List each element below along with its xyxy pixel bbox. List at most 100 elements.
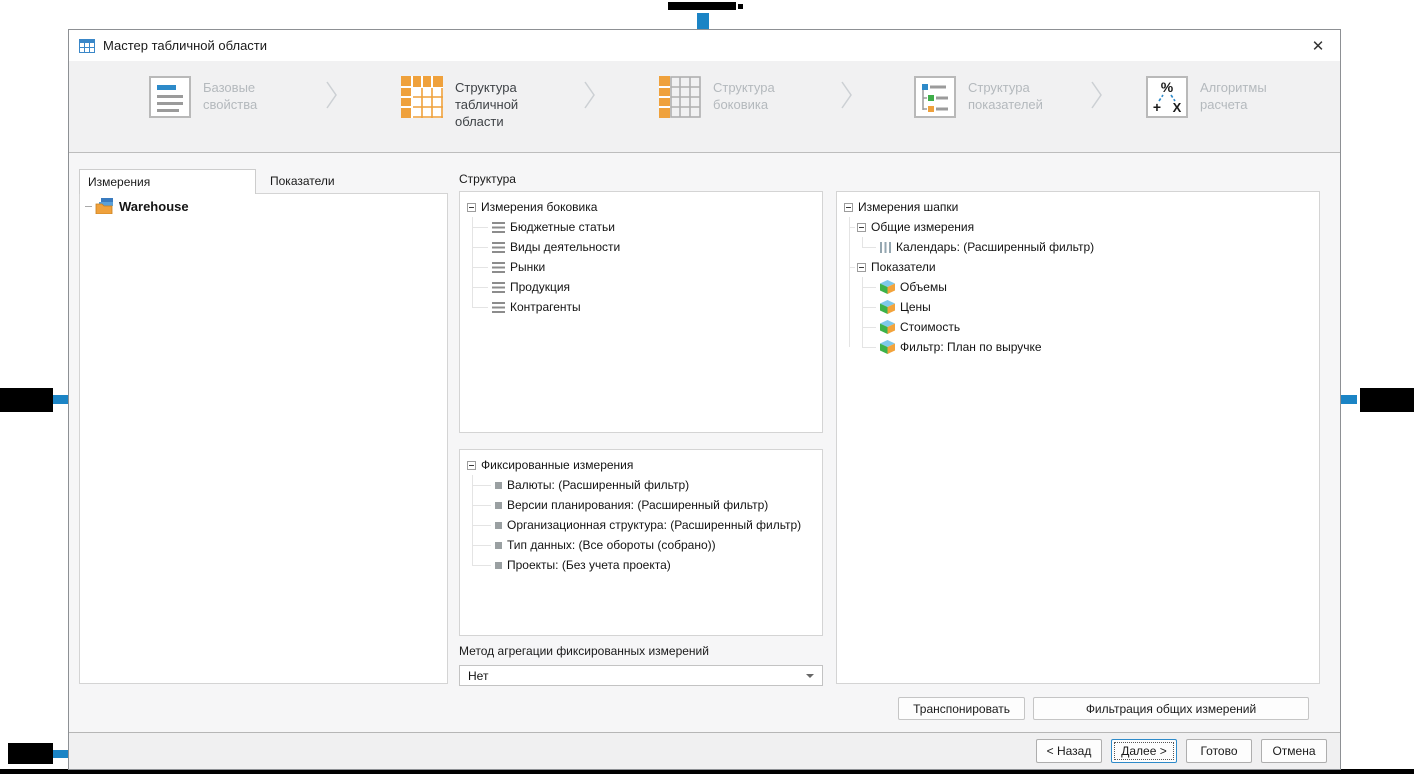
step-basic-properties[interactable]: Базовые свойства bbox=[149, 76, 289, 118]
tree-item[interactable]: Контрагенты bbox=[460, 297, 822, 317]
annotation-bar-bottom-left bbox=[8, 743, 53, 764]
tree-item[interactable]: Цены bbox=[837, 297, 1319, 317]
tree-item-label: Фильтр: План по выручке bbox=[900, 340, 1042, 354]
tree-item[interactable]: Проекты: (Без учета проекта) bbox=[460, 555, 822, 575]
tree-item-label: Проекты: (Без учета проекта) bbox=[507, 558, 671, 572]
tree-node-label: Общие измерения bbox=[871, 220, 975, 234]
tree-node-label: Показатели bbox=[871, 260, 936, 274]
tree-item[interactable]: Бюджетные статьи bbox=[460, 217, 822, 237]
dimension-list-icon bbox=[492, 261, 505, 273]
next-button[interactable]: Далее > bbox=[1111, 739, 1177, 763]
tree-item-label: Виды деятельности bbox=[510, 240, 621, 254]
aggregation-method-value: Нет bbox=[468, 668, 489, 683]
aggregation-method-select[interactable]: Нет bbox=[459, 665, 823, 686]
collapse-minus-icon[interactable] bbox=[467, 202, 476, 212]
cube-icon bbox=[880, 280, 895, 294]
step-table-structure[interactable]: Структура табличной области bbox=[401, 76, 541, 130]
document-icon bbox=[149, 76, 191, 118]
dialog-footer: < Назад Далее > Готово Отмена bbox=[69, 732, 1340, 769]
cancel-button[interactable]: Отмена bbox=[1261, 739, 1327, 763]
filter-common-dimensions-button[interactable]: Фильтрация общих измерений bbox=[1033, 697, 1309, 720]
tree-node-indicators[interactable]: Показатели bbox=[837, 257, 1319, 277]
tree-item[interactable]: Тип данных: (Все обороты (собрано)) bbox=[460, 535, 822, 555]
step-label: Алгоритмы расчета bbox=[1200, 80, 1267, 112]
window-title: Мастер табличной области bbox=[103, 38, 268, 53]
cube-icon bbox=[880, 300, 895, 314]
step-sidebar-structure[interactable]: Структура боковика bbox=[659, 76, 799, 118]
tree-item[interactable]: Продукция bbox=[460, 277, 822, 297]
dimension-list-icon bbox=[492, 221, 505, 233]
tree-item[interactable]: Организационная структура: (Расширенный … bbox=[460, 515, 822, 535]
tree-item-calendar[interactable]: Календарь: (Расширенный фильтр) bbox=[837, 237, 1319, 257]
fixed-dimension-icon bbox=[495, 481, 502, 489]
tree-item-label: Валюты: (Расширенный фильтр) bbox=[507, 478, 690, 492]
tree-node-label: Измерения шапки bbox=[858, 200, 959, 214]
svg-text:+: + bbox=[1153, 99, 1161, 115]
common-dimensions-children: Календарь: (Расширенный фильтр) bbox=[837, 237, 1319, 257]
tree-item-label: Контрагенты bbox=[510, 300, 581, 314]
tree-item-label: Стоимость bbox=[900, 320, 961, 334]
fixed-dimension-icon bbox=[495, 541, 502, 549]
tree-item-warehouse[interactable]: Warehouse bbox=[80, 194, 447, 218]
tree-item[interactable]: Рынки bbox=[460, 257, 822, 277]
wizard-dialog: Мастер табличной области ✕ Базовые свойс… bbox=[68, 29, 1341, 770]
tree-item-label: Рынки bbox=[510, 260, 546, 274]
step-label: Структура показателей bbox=[968, 80, 1043, 112]
tree-node-fixed-dimensions[interactable]: Фиксированные измерения bbox=[460, 455, 822, 475]
dimensions-tab-bar: Измерения Показатели bbox=[79, 169, 433, 194]
tree-item[interactable]: Виды деятельности bbox=[460, 237, 822, 257]
tab-indicators[interactable]: Показатели bbox=[256, 169, 433, 194]
title-bar: Мастер табличной области ✕ bbox=[69, 30, 1340, 61]
collapse-minus-icon[interactable] bbox=[857, 262, 866, 272]
annotation-handle-left[interactable] bbox=[53, 395, 68, 404]
tree-item-label: Warehouse bbox=[119, 198, 189, 214]
dimension-list-icon bbox=[492, 241, 505, 253]
header-dimensions-children: Общие измерения Календарь: (Расширенный … bbox=[837, 217, 1319, 357]
collapse-minus-icon[interactable] bbox=[467, 460, 476, 470]
annotation-handle-bottom-left[interactable] bbox=[53, 750, 68, 758]
annotation-bar-left bbox=[0, 388, 53, 412]
chevron-separator-icon bbox=[1091, 81, 1102, 109]
annotation-square-top bbox=[738, 4, 743, 9]
tree-node-common-dimensions[interactable]: Общие измерения bbox=[837, 217, 1319, 237]
collapse-dash-icon[interactable] bbox=[85, 205, 92, 207]
transpose-button[interactable]: Транспонировать bbox=[898, 697, 1025, 720]
dimension-list-icon bbox=[492, 281, 505, 293]
annotation-handle-right[interactable] bbox=[1341, 395, 1357, 404]
fixed-dimensions-box: Фиксированные измерения Валюты: (Расшире… bbox=[459, 449, 823, 636]
finish-button[interactable]: Готово bbox=[1186, 739, 1252, 763]
tree-node-header-dimensions[interactable]: Измерения шапки bbox=[837, 197, 1319, 217]
step-label: Структура табличной области bbox=[455, 80, 519, 129]
dimensions-source-panel: Warehouse bbox=[79, 193, 448, 684]
tree-node-side-dimensions[interactable]: Измерения боковика bbox=[460, 197, 822, 217]
tree-node-label: Фиксированные измерения bbox=[481, 458, 634, 472]
tree-item[interactable]: Валюты: (Расширенный фильтр) bbox=[460, 475, 822, 495]
step-calculation-algorithms[interactable]: % + X Алгоритмы расчета bbox=[1146, 76, 1286, 118]
tree-item[interactable]: Стоимость bbox=[837, 317, 1319, 337]
formula-icon: % + X bbox=[1146, 76, 1188, 118]
tree-item-label: Версии планирования: (Расширенный фильтр… bbox=[507, 498, 769, 512]
cube-icon bbox=[880, 320, 895, 334]
header-dimensions-panel: Измерения шапки Общие измерения Календар… bbox=[836, 191, 1320, 684]
panel-actions: Транспонировать Фильтрация общих измерен… bbox=[459, 697, 1309, 720]
svg-text:%: % bbox=[1161, 79, 1174, 95]
tree-item[interactable]: Объемы bbox=[837, 277, 1319, 297]
step-indicators-structure[interactable]: Структура показателей bbox=[914, 76, 1054, 118]
chevron-separator-icon bbox=[326, 81, 337, 109]
indicators-tree-icon bbox=[914, 76, 956, 118]
dimension-list-icon bbox=[492, 301, 505, 313]
step-label: Структура боковика bbox=[713, 80, 775, 112]
collapse-minus-icon[interactable] bbox=[844, 202, 853, 212]
tree-item-label: Календарь: (Расширенный фильтр) bbox=[896, 240, 1095, 254]
step-label: Базовые свойства bbox=[203, 80, 258, 112]
tree-item[interactable]: Фильтр: План по выручке bbox=[837, 337, 1319, 357]
back-button[interactable]: < Назад bbox=[1036, 739, 1102, 763]
side-dimensions-children: Бюджетные статьи Виды деятельности Рынки… bbox=[460, 217, 822, 317]
tab-dimensions[interactable]: Измерения bbox=[79, 169, 256, 194]
tree-item[interactable]: Версии планирования: (Расширенный фильтр… bbox=[460, 495, 822, 515]
close-icon[interactable]: ✕ bbox=[1306, 37, 1330, 55]
collapse-minus-icon[interactable] bbox=[857, 222, 866, 232]
side-dimensions-box: Измерения боковика Бюджетные статьи Виды… bbox=[459, 191, 823, 433]
tree-item-label: Продукция bbox=[510, 280, 571, 294]
cube-icon bbox=[880, 340, 895, 354]
